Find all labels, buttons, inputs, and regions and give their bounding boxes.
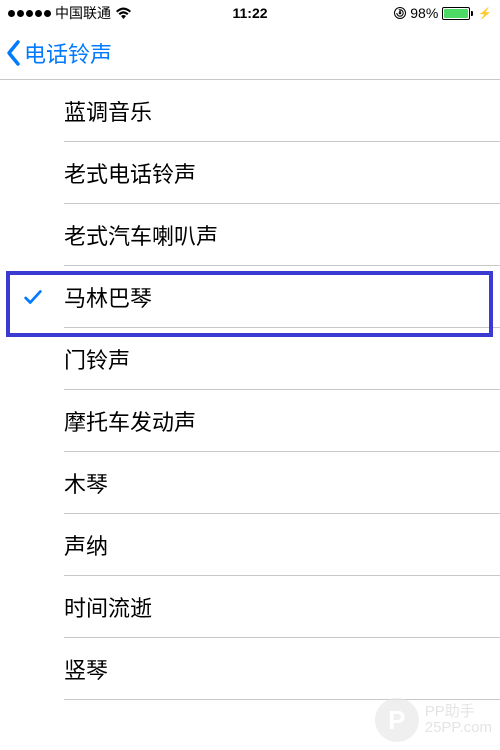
ringtone-row[interactable]: 摩托车发动声 (0, 390, 500, 452)
battery-percent: 98% (410, 5, 438, 21)
wifi-icon (115, 7, 132, 20)
watermark-logo-icon: P (375, 698, 419, 742)
battery-icon (442, 7, 473, 20)
ringtone-row[interactable]: 蓝调音乐 (0, 80, 500, 142)
back-label: 电话铃声 (24, 37, 112, 69)
signal-strength-icon (8, 10, 51, 17)
status-bar: 中国联通 11:22 98% ⚡ (0, 0, 500, 26)
ringtone-label: 木琴 (64, 467, 108, 499)
navigation-bar: 电话铃声 (0, 26, 500, 80)
ringtone-row[interactable]: 门铃声 (0, 328, 500, 390)
ringtone-list[interactable]: 蓝调音乐老式电话铃声老式汽车喇叭声马林巴琴门铃声摩托车发动声木琴声纳时间流逝竖琴 (0, 80, 500, 700)
watermark-name: PP助手 (425, 704, 492, 721)
ringtone-label: 老式汽车喇叭声 (64, 219, 218, 251)
back-button[interactable]: 电话铃声 (6, 37, 112, 69)
watermark: P PP助手 25PP.com (375, 698, 492, 742)
ringtone-label: 马林巴琴 (64, 281, 152, 313)
charging-icon: ⚡ (478, 7, 492, 20)
chevron-left-icon (6, 39, 22, 67)
ringtone-row[interactable]: 木琴 (0, 452, 500, 514)
ringtone-label: 声纳 (64, 529, 108, 561)
ringtone-row[interactable]: 竖琴 (0, 638, 500, 700)
orientation-lock-icon (394, 7, 406, 19)
ringtone-label: 蓝调音乐 (64, 95, 152, 127)
ringtone-row[interactable]: 老式电话铃声 (0, 142, 500, 204)
ringtone-label: 门铃声 (64, 343, 130, 375)
ringtone-row[interactable]: 时间流逝 (0, 576, 500, 638)
clock: 11:22 (232, 5, 267, 21)
ringtone-label: 老式电话铃声 (64, 157, 196, 189)
watermark-url: 25PP.com (425, 720, 492, 737)
ringtone-label: 摩托车发动声 (64, 405, 196, 437)
ringtone-row[interactable]: 老式汽车喇叭声 (0, 204, 500, 266)
ringtone-row[interactable]: 声纳 (0, 514, 500, 576)
ringtone-label: 时间流逝 (64, 591, 152, 623)
ringtone-label: 竖琴 (64, 653, 108, 685)
carrier-label: 中国联通 (55, 3, 111, 23)
status-right: 98% ⚡ (394, 5, 492, 21)
status-left: 中国联通 (8, 3, 132, 23)
ringtone-row[interactable]: 马林巴琴 (0, 266, 500, 328)
checkmark-icon (22, 286, 44, 308)
